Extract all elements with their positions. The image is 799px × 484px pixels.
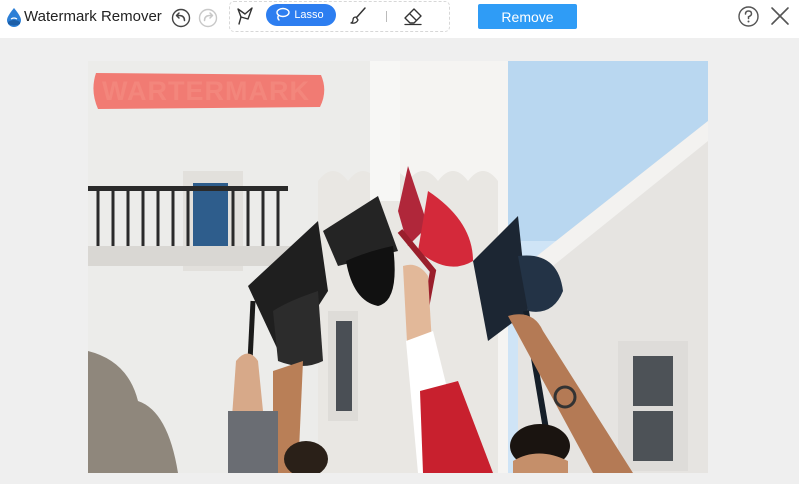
undo-icon[interactable] <box>171 8 191 28</box>
remove-button[interactable]: Remove <box>478 4 577 29</box>
lasso-button[interactable]: Lasso <box>266 4 336 26</box>
help-icon[interactable] <box>737 5 760 28</box>
water-drop-icon <box>5 7 23 27</box>
tool-divider <box>386 11 387 22</box>
close-icon[interactable] <box>769 5 791 27</box>
toolbar: Watermark Remover Lasso Remove <box>0 0 799 38</box>
brush-icon[interactable] <box>348 5 370 27</box>
image-canvas[interactable]: WARTERMARK <box>88 61 708 473</box>
watermark-text: WARTERMARK <box>102 76 310 106</box>
eraser-icon[interactable] <box>402 5 424 27</box>
polygonal-lasso-icon[interactable] <box>234 5 256 27</box>
photo <box>88 61 708 473</box>
lasso-icon <box>274 7 291 24</box>
app-title: Watermark Remover <box>24 8 162 25</box>
redo-icon[interactable] <box>198 8 218 28</box>
lasso-label: Lasso <box>294 9 324 21</box>
